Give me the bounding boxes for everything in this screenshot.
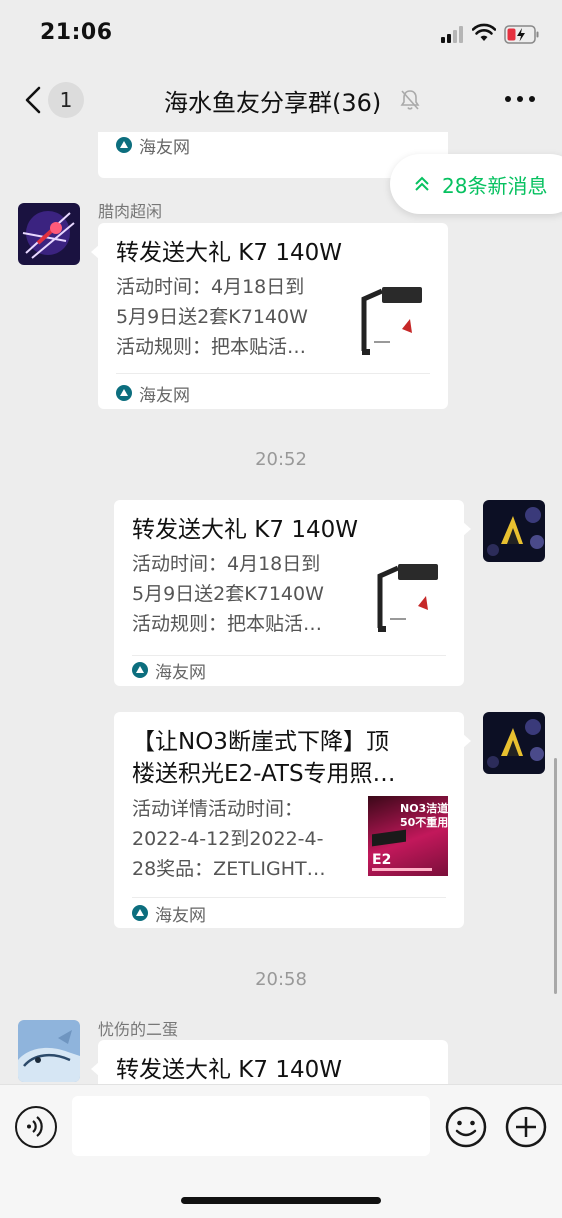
message-list[interactable]: 海友网 腊肉超闲 转发送大礼 K7 140W 活动时间：4月18日到 5月9日送… [0,132,562,1084]
cellular-signal-icon [441,26,467,43]
haiyou-logo-icon [132,662,148,678]
link-card[interactable]: 转发送大礼 K7 140W 活动时间：4月18日到 5月9日送2套K7140W … [91,223,448,409]
card-source: 海友网 [116,134,190,158]
avatar[interactable] [18,203,80,265]
card-divider [132,655,446,656]
card-desc: 5月9日送2套K7140W [132,583,324,605]
card-title: 转发送大礼 K7 140W [116,1057,342,1083]
voice-input-button[interactable] [15,1106,57,1148]
card-divider [132,897,446,898]
k7-light-icon [370,558,450,638]
card-title: 转发送大礼 K7 140W [116,240,342,266]
haiyou-logo-icon [116,137,132,153]
card-desc: 28奖品：ZETLIGHT… [132,858,326,880]
new-messages-button[interactable]: 28条新消息 [390,154,562,214]
avatar[interactable] [483,712,545,774]
card-title: 楼送积光E2-ATS专用照… [132,761,396,787]
home-indicator [181,1197,381,1204]
e2-product-image: NO3洁道 50不重用 E2 [368,796,448,876]
k7-light-icon [354,281,434,361]
card-title: 转发送大礼 K7 140W [132,517,358,543]
battery-charging-icon [504,25,539,44]
card-title: 【让NO3断崖式下降】顶 [132,729,389,755]
avatar[interactable] [18,1020,80,1082]
more-options-icon[interactable] [505,96,535,104]
message-timestamp: 20:58 [255,969,307,990]
card-desc: 2022-4-12到2022-4- [132,828,324,850]
sender-name: 腊肉超闲 [98,202,163,221]
wifi-icon [472,23,496,41]
status-time: 21:06 [40,20,113,45]
link-card[interactable]: 转发送大礼 K7 140W [91,1040,448,1084]
link-card[interactable]: 转发送大礼 K7 140W 活动时间：4月18日到 5月9日送2套K7140W … [114,500,471,686]
card-desc: 5月9日送2套K7140W [116,306,308,328]
voice-icon [27,1116,43,1137]
unread-count-badge[interactable]: 1 [48,82,84,118]
card-source: 海友网 [132,659,206,683]
card-desc: 活动详情活动时间： [132,798,304,820]
haiyou-logo-icon [132,905,148,921]
card-desc: 活动规则：把本贴活… [116,336,307,358]
link-card[interactable]: 【让NO3断崖式下降】顶 楼送积光E2-ATS专用照… 活动详情活动时间： 20… [114,712,471,928]
card-divider [116,373,430,374]
double-chevron-up-icon [415,176,429,191]
card-source: 海友网 [132,902,206,926]
avatar[interactable] [483,500,545,562]
message-timestamp: 20:52 [255,449,307,470]
message-input[interactable] [72,1096,430,1156]
card-desc: 活动时间：4月18日到 [132,553,321,575]
status-bar: 21:06 [0,0,562,66]
chat-title: 海水鱼友分享群(36) [164,89,382,117]
emoji-icon[interactable] [445,1106,487,1148]
card-desc: 活动规则：把本贴活… [132,613,323,635]
new-messages-label: 28条新消息 [442,174,548,198]
card-desc: 活动时间：4月18日到 [116,276,305,298]
card-source: 海友网 [116,382,190,406]
scrollbar[interactable] [554,758,557,994]
mute-bell-icon [400,90,420,110]
sender-name: 忧伤的二蛋 [98,1020,179,1039]
plus-icon[interactable] [505,1106,547,1148]
input-bar [0,1084,562,1218]
haiyou-logo-icon [116,385,132,401]
chat-header: 1 海水鱼友分享群(36) [0,66,562,132]
back-chevron-icon[interactable] [22,85,44,115]
